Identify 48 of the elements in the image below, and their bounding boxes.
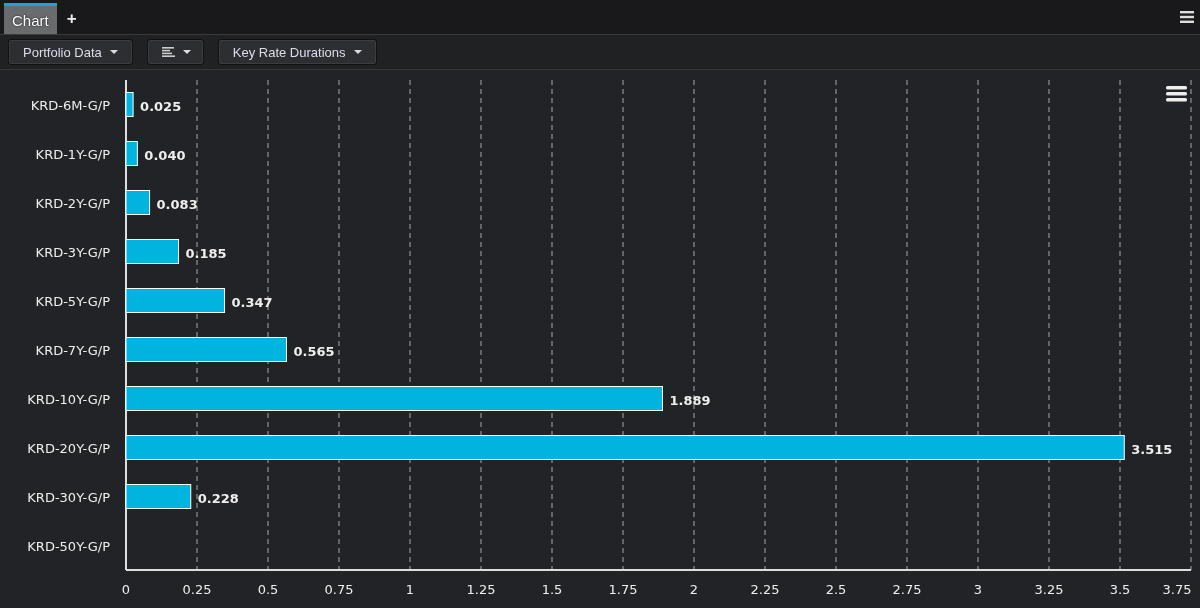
axis-tick-label: 1.5 xyxy=(541,582,563,597)
category-label: KRD-20Y-G/P xyxy=(27,440,110,456)
axis-tick-label: 1.75 xyxy=(608,582,638,597)
axis-tick-label: 2 xyxy=(689,582,699,597)
dropdown-button[interactable]: Key Rate Durations xyxy=(217,39,377,65)
value-label: 0.083 xyxy=(156,196,198,212)
axis-tick-label: 3.25 xyxy=(1034,582,1064,597)
add-tab-button[interactable]: + xyxy=(56,3,87,34)
axis-tick-label: 0.5 xyxy=(257,582,279,597)
dropdown-button[interactable]: Portfolio Data xyxy=(8,39,133,65)
category-label: KRD-50Y-G/P xyxy=(27,538,110,554)
chart-menu-icon[interactable] xyxy=(1166,86,1187,102)
category-label: KRD-10Y-G/P xyxy=(27,391,110,407)
axis-tick-label: 1.25 xyxy=(466,582,496,597)
value-label: 0.185 xyxy=(185,245,227,261)
value-label: 0.040 xyxy=(144,147,186,163)
axis-tick-label: 2.25 xyxy=(750,582,780,597)
bar xyxy=(125,239,180,264)
axis-tick-label: 0 xyxy=(121,582,131,597)
value-label: 1.889 xyxy=(669,392,711,408)
bar xyxy=(125,92,134,117)
axis-tick-label: 3 xyxy=(973,582,983,597)
bar xyxy=(125,484,192,509)
axis-tick-label: 0.75 xyxy=(324,582,354,597)
chart-tab[interactable]: Chart xyxy=(4,3,57,34)
value-label: 0.025 xyxy=(140,98,182,114)
lines-icon xyxy=(161,47,175,57)
category-label: KRD-2Y-G/P xyxy=(35,195,110,211)
chart-type-dropdown[interactable] xyxy=(146,39,204,65)
value-label: 3.515 xyxy=(1131,441,1173,457)
category-label: KRD-3Y-G/P xyxy=(35,244,110,260)
value-label: 0.347 xyxy=(231,294,273,310)
category-label: KRD-30Y-G/P xyxy=(27,489,110,505)
category-label: KRD-5Y-G/P xyxy=(35,293,110,309)
value-label: 0.228 xyxy=(197,490,239,506)
category-label: KRD-1Y-G/P xyxy=(35,146,110,162)
category-label: KRD-7Y-G/P xyxy=(35,342,110,358)
axis-tick-label: 0.25 xyxy=(182,582,212,597)
axis-tick-label: 1 xyxy=(405,582,415,597)
bar xyxy=(125,190,151,215)
axis-tick-label: 2.75 xyxy=(892,582,922,597)
bar xyxy=(125,141,138,166)
value-label: 0.565 xyxy=(293,343,335,359)
axis-tick-label: 3.75 xyxy=(1162,582,1192,597)
axis-tick-label: 2.5 xyxy=(825,582,847,597)
axis-tick-label: 3.5 xyxy=(1109,582,1131,597)
category-label: KRD-6M-G/P xyxy=(30,97,110,113)
menu-icon[interactable] xyxy=(1180,11,1194,23)
